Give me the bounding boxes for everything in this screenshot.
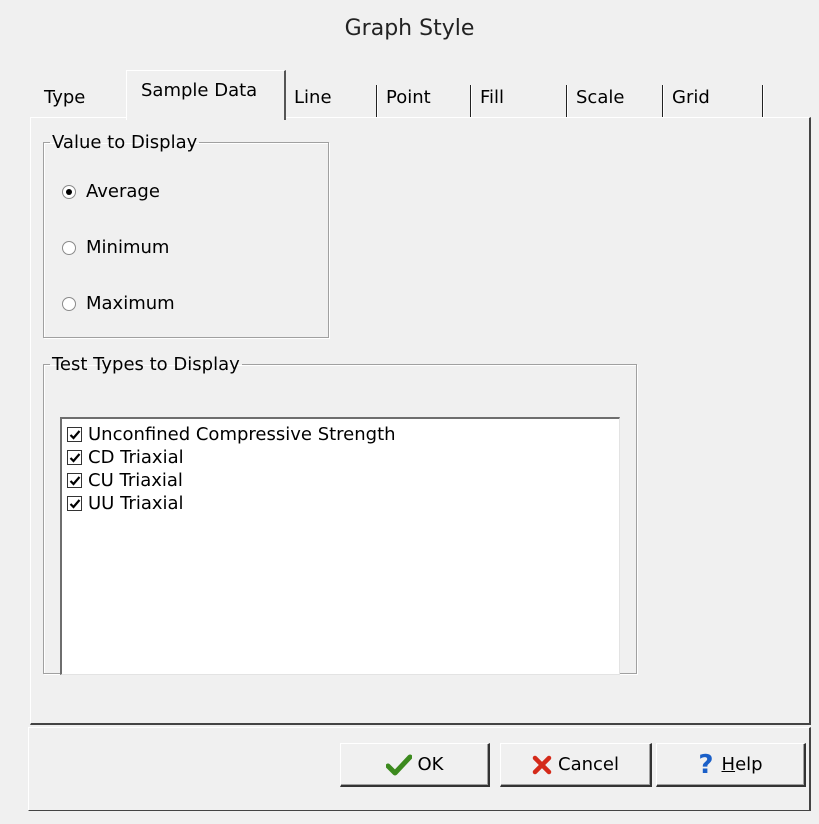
list-item-label: UU Triaxial — [88, 493, 184, 514]
checkbox-cu-triaxial[interactable] — [67, 473, 82, 488]
tab-sample-data[interactable]: Sample Data — [126, 70, 286, 120]
tab-grid-label: Grid — [672, 87, 710, 108]
tab-point-label: Point — [386, 87, 431, 108]
checkbox-uu-triaxial[interactable] — [67, 496, 82, 511]
tab-line-label: Line — [294, 87, 332, 108]
checkbox-ucs[interactable] — [67, 427, 82, 442]
tab-line[interactable]: Line — [286, 79, 378, 117]
tab-point[interactable]: Point — [378, 79, 472, 117]
tab-scale-label: Scale — [576, 87, 625, 108]
radio-minimum[interactable]: Minimum — [62, 237, 169, 258]
checkmark-icon — [385, 754, 412, 775]
check-icon — [69, 498, 80, 509]
radio-maximum[interactable]: Maximum — [62, 293, 175, 314]
question-icon: ? — [698, 749, 714, 780]
list-item[interactable]: Unconfined Compressive Strength — [67, 423, 619, 446]
radio-average-indicator[interactable] — [62, 184, 76, 199]
tab-fill-label: Fill — [480, 87, 505, 108]
check-icon — [69, 452, 80, 463]
radio-average[interactable]: Average — [62, 181, 160, 202]
tab-sample-data-label: Sample Data — [141, 80, 258, 101]
radio-minimum-label: Minimum — [86, 237, 170, 258]
check-icon — [69, 475, 80, 486]
value-to-display-group: Value to Display Average Minimum Maximum — [43, 132, 329, 338]
list-item-label: CU Triaxial — [88, 470, 183, 491]
radio-minimum-indicator[interactable] — [62, 240, 76, 255]
close-icon — [532, 755, 552, 774]
list-item[interactable]: CD Triaxial — [67, 446, 619, 469]
tab-panel-sample-data: Value to Display Average Minimum Maximum… — [30, 117, 811, 725]
list-item[interactable]: UU Triaxial — [67, 492, 619, 515]
tab-type-label: Type — [44, 87, 86, 108]
test-types-listbox[interactable]: Unconfined Compressive Strength CD Triax… — [60, 417, 620, 675]
list-item-label: CD Triaxial — [88, 447, 184, 468]
radio-maximum-label: Maximum — [86, 293, 175, 314]
help-button[interactable]: ? Help — [656, 743, 806, 787]
checkbox-cd-triaxial[interactable] — [67, 450, 82, 465]
radio-average-label: Average — [86, 181, 160, 202]
help-label: Help — [721, 754, 763, 775]
window-title: Graph Style — [344, 16, 475, 41]
ok-label: OK — [417, 754, 444, 775]
list-item[interactable]: CU Triaxial — [67, 469, 619, 492]
tab-grid[interactable]: Grid — [664, 79, 764, 117]
tab-type[interactable]: Type — [36, 79, 126, 117]
test-types-group: Test Types to Display Unconfined Compres… — [43, 354, 637, 675]
radio-maximum-indicator[interactable] — [62, 296, 76, 311]
value-to-display-legend: Value to Display — [52, 132, 198, 153]
tab-fill[interactable]: Fill — [472, 79, 568, 117]
test-types-legend: Test Types to Display — [52, 354, 240, 375]
check-icon — [69, 429, 80, 440]
tab-scale[interactable]: Scale — [568, 79, 664, 117]
ok-button[interactable]: OK — [340, 743, 490, 787]
cancel-button[interactable]: Cancel — [500, 743, 652, 787]
list-item-label: Unconfined Compressive Strength — [88, 424, 396, 445]
cancel-label: Cancel — [558, 754, 619, 775]
